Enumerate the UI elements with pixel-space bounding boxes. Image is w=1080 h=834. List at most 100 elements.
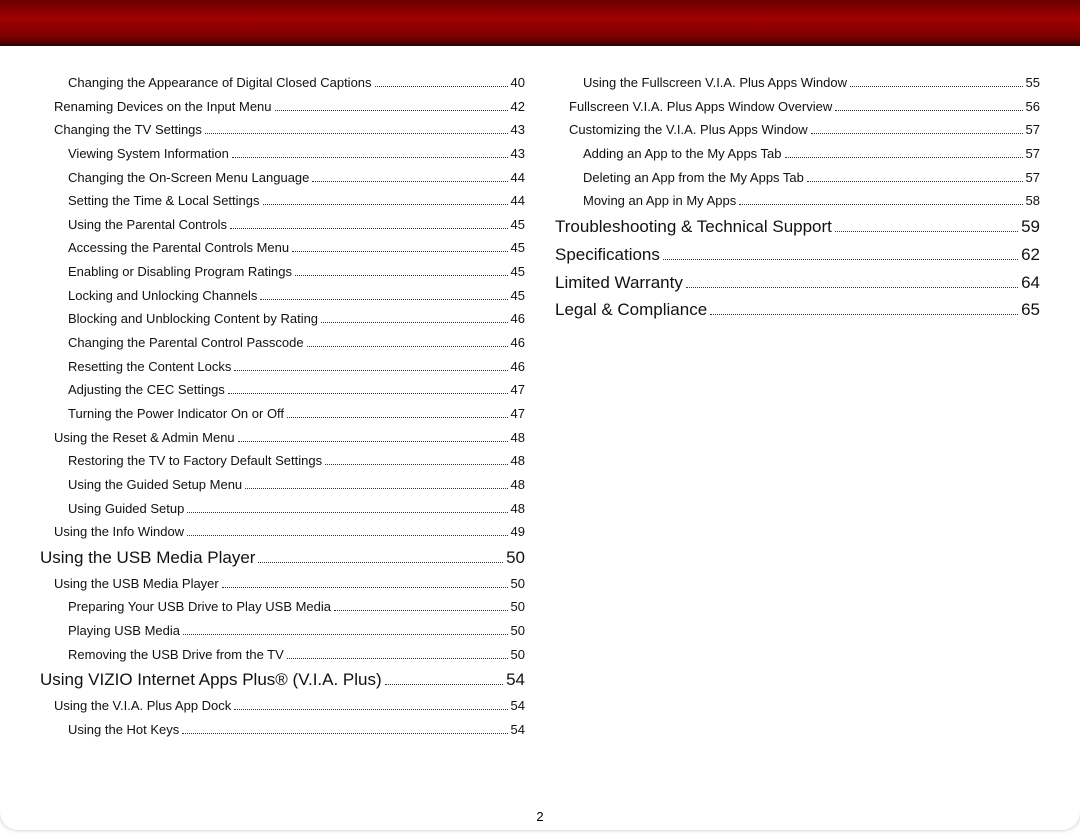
toc-leader (230, 228, 508, 229)
toc-entry[interactable]: Turning the Power Indicator On or Off 47 (40, 407, 525, 421)
toc-leader (835, 110, 1022, 111)
toc-entry-title: Using the USB Media Player (40, 549, 255, 567)
toc-entry[interactable]: Troubleshooting & Technical Support59 (555, 218, 1040, 236)
toc-entry-title: Customizing the V.I.A. Plus Apps Window (569, 123, 808, 137)
toc-entry-page: 43 (511, 147, 525, 161)
toc-leader (811, 133, 1023, 134)
toc-entry-page: 45 (511, 265, 525, 279)
toc-entry-title: Deleting an App from the My Apps Tab (583, 171, 804, 185)
toc-entry[interactable]: Changing the Appearance of Digital Close… (40, 76, 525, 90)
toc-leader (234, 370, 507, 371)
toc-entry-title: Removing the USB Drive from the TV (68, 648, 284, 662)
toc-entry-page: 47 (511, 407, 525, 421)
toc-entry[interactable]: Changing the TV Settings43 (40, 123, 525, 137)
toc-entry[interactable]: Moving an App in My Apps 58 (555, 194, 1040, 208)
toc-entry[interactable]: Using the Info Window49 (40, 525, 525, 539)
toc-entry[interactable]: Using the V.I.A. Plus App Dock54 (40, 699, 525, 713)
toc-entry-page: 44 (511, 171, 525, 185)
toc-entry-title: Using the USB Media Player (54, 577, 219, 591)
toc-leader (835, 231, 1018, 232)
toc-entry[interactable]: Adjusting the CEC Settings47 (40, 383, 525, 397)
toc-entry-title: Moving an App in My Apps (583, 194, 736, 208)
toc-entry[interactable]: Changing the On-Screen Menu Language 44 (40, 171, 525, 185)
toc-leader (663, 259, 1018, 260)
toc-entry-title: Viewing System Information (68, 147, 229, 161)
toc-entry-title: Adding an App to the My Apps Tab (583, 147, 782, 161)
toc-entry-page: 57 (1026, 171, 1040, 185)
toc-entry-title: Enabling or Disabling Program Ratings (68, 265, 292, 279)
toc-entry[interactable]: Restoring the TV to Factory Default Sett… (40, 454, 525, 468)
toc-entry-title: Using VIZIO Internet Apps Plus® (V.I.A. … (40, 671, 382, 689)
toc-leader (260, 299, 507, 300)
toc-entry-page: 56 (1026, 100, 1040, 114)
toc-entry[interactable]: Limited Warranty64 (555, 274, 1040, 292)
toc-entry[interactable]: Enabling or Disabling Program Ratings 45 (40, 265, 525, 279)
toc-entry-page: 54 (506, 671, 525, 689)
toc-entry[interactable]: Playing USB Media50 (40, 624, 525, 638)
toc-entry-page: 65 (1021, 301, 1040, 319)
toc-entry[interactable]: Viewing System Information 43 (40, 147, 525, 161)
toc-entry[interactable]: Using VIZIO Internet Apps Plus® (V.I.A. … (40, 671, 525, 689)
toc-entry-title: Restoring the TV to Factory Default Sett… (68, 454, 322, 468)
toc-entry[interactable]: Legal & Compliance65 (555, 301, 1040, 319)
toc-leader (307, 346, 508, 347)
toc-entry[interactable]: Using the Parental Controls45 (40, 218, 525, 232)
toc-leader (238, 441, 508, 442)
toc-entry[interactable]: Using the USB Media Player 50 (40, 549, 525, 567)
toc-entry[interactable]: Resetting the Content Locks 46 (40, 360, 525, 374)
page: Changing the Appearance of Digital Close… (0, 0, 1080, 834)
toc-entry[interactable]: Renaming Devices on the Input Menu42 (40, 100, 525, 114)
toc-entry[interactable]: Using the Reset & Admin Menu48 (40, 431, 525, 445)
toc-entry[interactable]: Preparing Your USB Drive to Play USB Med… (40, 600, 525, 614)
toc-leader (187, 512, 507, 513)
toc-entry[interactable]: Locking and Unlocking Channels45 (40, 289, 525, 303)
toc-entry-title: Renaming Devices on the Input Menu (54, 100, 272, 114)
toc-entry-page: 50 (511, 577, 525, 591)
toc-entry-page: 62 (1021, 246, 1040, 264)
toc-entry-title: Changing the On-Screen Menu Language (68, 171, 309, 185)
toc-leader (334, 610, 508, 611)
toc-leader (292, 251, 507, 252)
toc-entry-page: 57 (1026, 147, 1040, 161)
toc-entry-title: Using the Info Window (54, 525, 184, 539)
toc-entry-title: Setting the Time & Local Settings (68, 194, 260, 208)
toc-entry[interactable]: Blocking and Unblocking Content by Ratin… (40, 312, 525, 326)
toc-leader (187, 535, 507, 536)
toc-entry-title: Using the Reset & Admin Menu (54, 431, 235, 445)
toc-entry[interactable]: Accessing the Parental Controls Menu 45 (40, 241, 525, 255)
toc-entry-page: 45 (511, 241, 525, 255)
toc-entry[interactable]: Using Guided Setup48 (40, 502, 525, 516)
toc-entry[interactable]: Using the Hot Keys54 (40, 723, 525, 737)
toc-entry[interactable]: Changing the Parental Control Passcode46 (40, 336, 525, 350)
toc-leader (321, 322, 507, 323)
toc-entry-page: 58 (1026, 194, 1040, 208)
toc-entry[interactable]: Using the Guided Setup Menu48 (40, 478, 525, 492)
toc-leader (325, 464, 507, 465)
toc-entry[interactable]: Deleting an App from the My Apps Tab 57 (555, 171, 1040, 185)
toc-entry[interactable]: Fullscreen V.I.A. Plus Apps Window Overv… (555, 100, 1040, 114)
toc-leader (183, 634, 508, 635)
toc-entry-page: 44 (511, 194, 525, 208)
toc-entry-title: Resetting the Content Locks (68, 360, 231, 374)
toc-entry[interactable]: Setting the Time & Local Settings 44 (40, 194, 525, 208)
toc-entry[interactable]: Using the USB Media Player 50 (40, 577, 525, 591)
toc-leader (785, 157, 1023, 158)
toc-entry[interactable]: Removing the USB Drive from the TV50 (40, 648, 525, 662)
toc-leader (686, 287, 1018, 288)
toc-entry-page: 47 (511, 383, 525, 397)
toc-leader (182, 733, 507, 734)
toc-entry-title: Turning the Power Indicator On or Off (68, 407, 284, 421)
toc-entry[interactable]: Customizing the V.I.A. Plus Apps Window 5… (555, 123, 1040, 137)
toc-entry[interactable]: Using the Fullscreen V.I.A. Plus Apps Wi… (555, 76, 1040, 90)
toc-entry-title: Using the Hot Keys (68, 723, 179, 737)
toc-entry-page: 46 (511, 360, 525, 374)
toc-entry-page: 40 (511, 76, 525, 90)
toc-entry-page: 50 (506, 549, 525, 567)
toc-entry-title: Playing USB Media (68, 624, 180, 638)
toc-entry-page: 57 (1026, 123, 1040, 137)
toc-entry-title: Accessing the Parental Controls Menu (68, 241, 289, 255)
toc-entry[interactable]: Specifications62 (555, 246, 1040, 264)
toc-entry[interactable]: Adding an App to the My Apps Tab 57 (555, 147, 1040, 161)
toc-entry-page: 46 (511, 312, 525, 326)
toc-entry-title: Troubleshooting & Technical Support (555, 218, 832, 236)
